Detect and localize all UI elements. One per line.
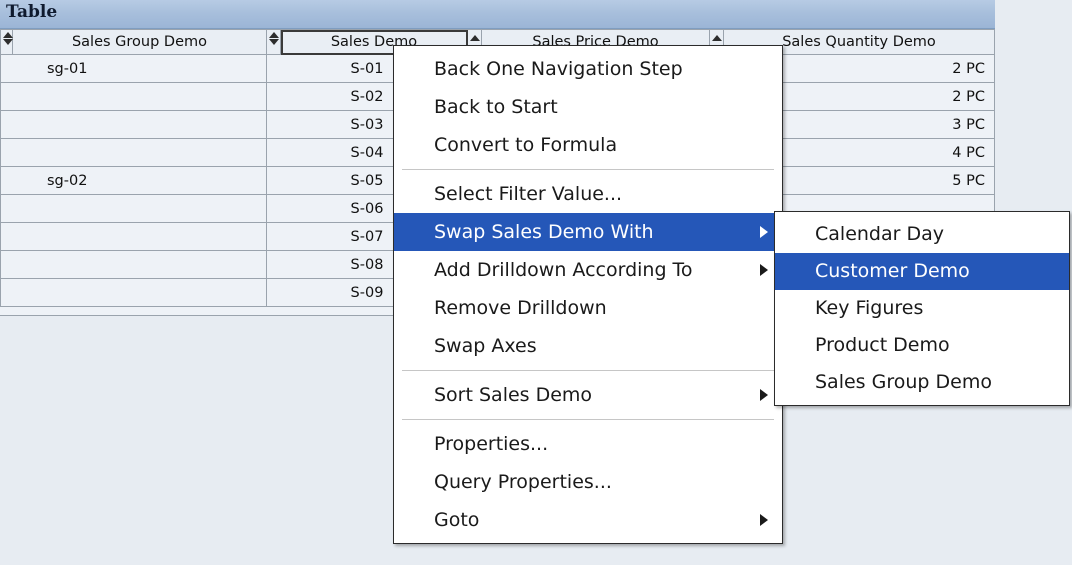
sort-arrows-icon [2, 31, 13, 53]
submenu-item-customer-demo[interactable]: Customer Demo [775, 253, 1069, 290]
menu-item-label: Properties... [434, 433, 549, 455]
submenu-item-product-demo[interactable]: Product Demo [775, 327, 1069, 364]
cell-sales-group-demo[interactable] [0, 138, 267, 167]
menu-item-label: Convert to Formula [434, 134, 618, 156]
menu-item-label: Key Figures [815, 297, 924, 319]
menu-item-label: Select Filter Value... [434, 183, 623, 205]
menu-item-label: Product Demo [815, 334, 950, 356]
sort-arrows-icon [268, 31, 279, 53]
cell-sales-group-demo[interactable] [0, 250, 267, 279]
column-sort-handle-sales-demo[interactable] [266, 29, 281, 55]
menu-item-add-drilldown-according-to[interactable]: Add Drilldown According To [394, 251, 782, 289]
cell-sales-group-demo[interactable] [0, 278, 267, 307]
menu-item-convert-to-formula[interactable]: Convert to Formula [394, 126, 782, 164]
cell-sales-group-demo[interactable] [0, 222, 267, 251]
menu-item-label: Add Drilldown According To [434, 259, 693, 281]
column-header-sales-group-demo[interactable]: Sales Group Demo [12, 29, 267, 55]
page-title: Table [6, 2, 58, 22]
menu-item-label: Customer Demo [815, 260, 970, 282]
menu-item-goto[interactable]: Goto [394, 501, 782, 539]
column-sort-handle-sales-group-demo[interactable] [0, 29, 13, 55]
menu-item-label: Calendar Day [815, 223, 944, 245]
menu-item-label: Back to Start [434, 96, 558, 118]
menu-item-select-filter-value[interactable]: Select Filter Value... [394, 175, 782, 213]
submenu-item-calendar-day[interactable]: Calendar Day [775, 216, 1069, 253]
menu-separator [402, 370, 774, 371]
menu-item-label: Swap Sales Demo With [434, 221, 654, 243]
menu-item-label: Sales Group Demo [815, 371, 992, 393]
swap-with-submenu[interactable]: Calendar Day Customer Demo Key Figures Prod… [774, 211, 1070, 406]
cell-sales-group-demo[interactable]: sg-02 [0, 166, 267, 195]
menu-item-sort-sales-demo[interactable]: Sort Sales Demo [394, 376, 782, 414]
submenu-arrow-icon [760, 389, 768, 401]
menu-item-label: Back One Navigation Step [434, 58, 683, 80]
submenu-arrow-icon [760, 226, 768, 238]
menu-separator [402, 169, 774, 170]
submenu-arrow-icon [760, 514, 768, 526]
menu-item-label: Goto [434, 509, 480, 531]
cell-sales-group-demo[interactable] [0, 194, 267, 223]
cell-sales-group-demo[interactable] [0, 110, 267, 139]
submenu-item-key-figures[interactable]: Key Figures [775, 290, 1069, 327]
menu-separator [402, 419, 774, 420]
menu-item-label: Swap Axes [434, 335, 537, 357]
menu-item-remove-drilldown[interactable]: Remove Drilldown [394, 289, 782, 327]
menu-item-back-to-start[interactable]: Back to Start [394, 88, 782, 126]
menu-item-swap-sales-demo-with[interactable]: Swap Sales Demo With [394, 213, 782, 251]
menu-item-back-one-navigation-step[interactable]: Back One Navigation Step [394, 50, 782, 88]
cell-sales-group-demo[interactable] [0, 82, 267, 111]
menu-item-swap-axes[interactable]: Swap Axes [394, 327, 782, 365]
submenu-item-sales-group-demo[interactable]: Sales Group Demo [775, 364, 1069, 401]
cell-sales-group-demo[interactable]: sg-01 [0, 54, 267, 83]
submenu-arrow-icon [760, 264, 768, 276]
menu-item-label: Sort Sales Demo [434, 384, 593, 406]
menu-item-properties[interactable]: Properties... [394, 425, 782, 463]
table-title-bar: Table [0, 0, 995, 29]
menu-item-label: Query Properties... [434, 471, 612, 493]
menu-item-label: Remove Drilldown [434, 297, 607, 319]
menu-item-query-properties[interactable]: Query Properties... [394, 463, 782, 501]
context-menu[interactable]: Back One Navigation Step Back to Start Con… [393, 45, 783, 544]
